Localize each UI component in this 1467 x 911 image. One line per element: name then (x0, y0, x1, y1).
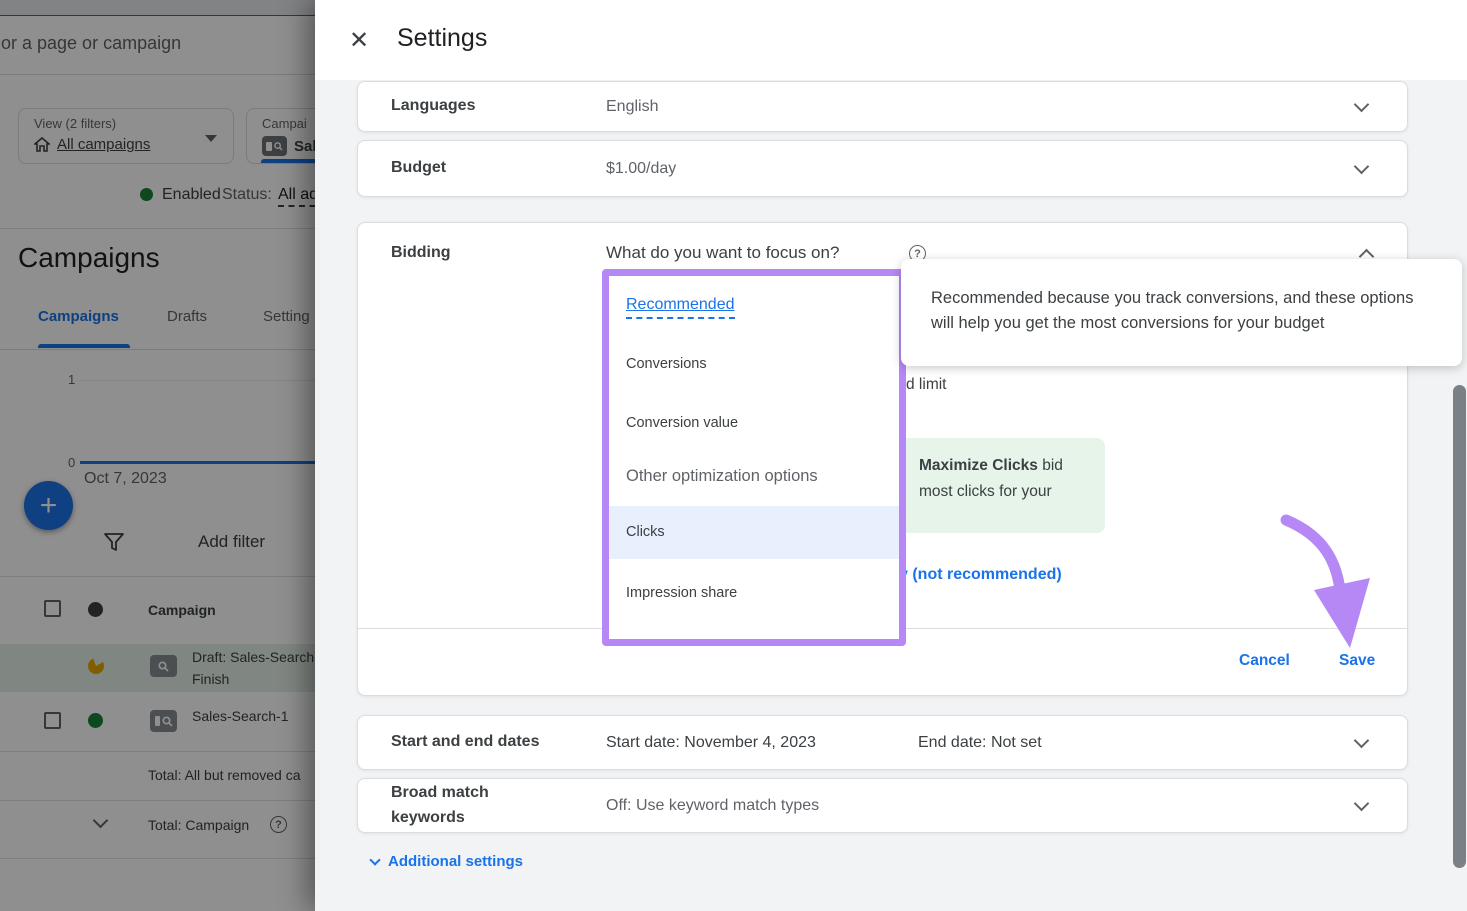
bidding-question: What do you want to focus on? (606, 243, 839, 263)
budget-label: Budget (358, 156, 606, 181)
chevron-down-icon (369, 854, 380, 865)
additional-settings-label: Additional settings (388, 853, 523, 870)
dates-card[interactable]: Start and end dates Start date: November… (357, 715, 1408, 770)
languages-label: Languages (358, 94, 606, 119)
dropdown-option-impression-share[interactable]: Impression share (626, 585, 737, 601)
chevron-down-icon[interactable] (1354, 732, 1370, 748)
recommended-tooltip: Recommended because you track conversion… (901, 259, 1462, 366)
start-date-value: Start date: November 4, 2023 (606, 734, 918, 752)
budget-card[interactable]: Budget $1.00/day (357, 140, 1408, 197)
settings-panel-header: ✕ Settings (315, 0, 1467, 80)
dropdown-option-conversion-value[interactable]: Conversion value (626, 415, 738, 431)
bidding-focus-dropdown: Recommended Conversions Conversion value… (602, 269, 906, 646)
broad-match-value: Off: Use keyword match types (606, 797, 819, 815)
screen: or a page or campaign View (2 filters) A… (0, 0, 1467, 911)
scrollbar-thumb[interactable] (1453, 385, 1466, 868)
broad-match-label: Broad match keywords (358, 781, 606, 831)
dates-label: Start and end dates (358, 730, 606, 755)
recommended-tooltip-text: Recommended because you track conversion… (931, 286, 1431, 336)
dropdown-option-conversions[interactable]: Conversions (626, 356, 707, 372)
bidding-label: Bidding (391, 244, 451, 262)
dropdown-group-other-options: Other optimization options (626, 467, 818, 486)
broad-match-card[interactable]: Broad match keywords Off: Use keyword ma… (357, 778, 1408, 833)
maximize-clicks-line2: most clicks for your (919, 479, 1105, 505)
dropdown-option-recommended[interactable]: Recommended (626, 296, 735, 319)
languages-card[interactable]: Languages English (357, 81, 1408, 132)
additional-settings-link[interactable]: Additional settings (371, 853, 523, 870)
not-recommended-link[interactable]: y (not recommended) (899, 566, 1062, 584)
settings-panel-title: Settings (397, 24, 487, 53)
maximize-clicks-note: Maximize Clicks bid most clicks for your (881, 438, 1105, 533)
chevron-down-icon[interactable] (1354, 795, 1370, 811)
bidding-card: Bidding What do you want to focus on? ? … (357, 222, 1408, 696)
maximize-clicks-bold: Maximize Clicks (919, 457, 1038, 474)
close-icon[interactable]: ✕ (343, 24, 375, 56)
chevron-down-icon[interactable] (1354, 158, 1370, 174)
dropdown-option-clicks[interactable]: Clicks (626, 524, 665, 540)
chevron-down-icon[interactable] (1354, 96, 1370, 112)
end-date-value: End date: Not set (918, 734, 1042, 752)
budget-value: $1.00/day (606, 160, 676, 178)
maximize-clicks-rest: bid (1038, 457, 1063, 474)
languages-value: English (606, 98, 658, 116)
annotation-arrow-icon (1272, 510, 1376, 658)
bid-limit-partial-text: d limit (906, 376, 946, 394)
settings-panel: ✕ Settings Languages English Budget $1.0… (315, 0, 1467, 911)
